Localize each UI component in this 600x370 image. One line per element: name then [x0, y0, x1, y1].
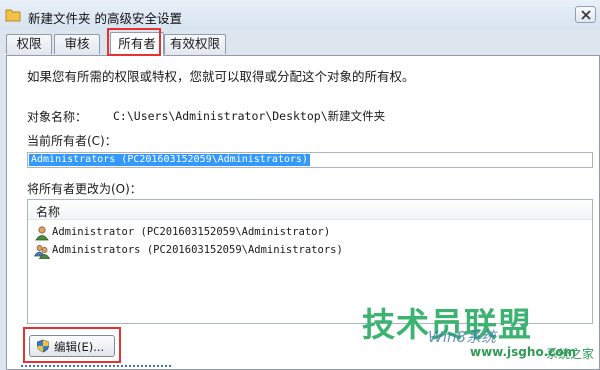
current-owner-label: 当前所有者(C)：: [27, 134, 117, 148]
folder-icon: [5, 9, 21, 22]
tab-permissions[interactable]: 权限: [6, 34, 52, 54]
current-owner-field[interactable]: Administrators (PC201603152059\Administr…: [27, 152, 593, 168]
object-name-value: C:\Users\Administrator\Desktop\新建文件夹: [113, 109, 386, 123]
list-item-name: Administrator (PC201603152059\Administra…: [52, 226, 331, 238]
tab-owner[interactable]: 所有者: [110, 32, 164, 56]
shield-icon: [37, 339, 49, 353]
edit-button[interactable]: 编辑(E)...: [29, 335, 115, 357]
column-header-name: 名称: [36, 205, 61, 219]
list-item[interactable]: Administrators (PC201603152059\Administr…: [34, 242, 574, 260]
watermark-logo: Win8系统: [428, 328, 497, 346]
intro-text: 如果您有所需的权限或特权，您就可以取得或分配这个对象的所有权。: [27, 69, 415, 84]
edit-button-label: 编辑(E)...: [54, 340, 105, 354]
change-owner-label: 将所有者更改为(O)：: [27, 182, 142, 196]
user-icon: [35, 226, 49, 241]
tab-effective-permissions[interactable]: 有效权限: [164, 34, 226, 54]
current-owner-value: Administrators (PC201603152059\Administr…: [29, 154, 310, 166]
window-title: 新建文件夹 的高级安全设置: [28, 11, 182, 26]
group-icon: [34, 245, 50, 259]
list-item-name: Administrators (PC201603152059\Administr…: [52, 244, 343, 256]
close-icon: [581, 10, 591, 20]
title-bar: 新建文件夹 的高级安全设置: [0, 0, 600, 30]
watermark-url-suffix: 系统之家: [546, 347, 595, 361]
tab-auditing[interactable]: 审核: [54, 34, 100, 54]
list-header[interactable]: 名称: [28, 200, 592, 220]
object-name-label: 对象名称：: [27, 110, 88, 124]
close-button[interactable]: [575, 6, 596, 23]
list-item[interactable]: Administrator (PC201603152059\Administra…: [34, 224, 574, 242]
help-link[interactable]: [21, 365, 171, 370]
